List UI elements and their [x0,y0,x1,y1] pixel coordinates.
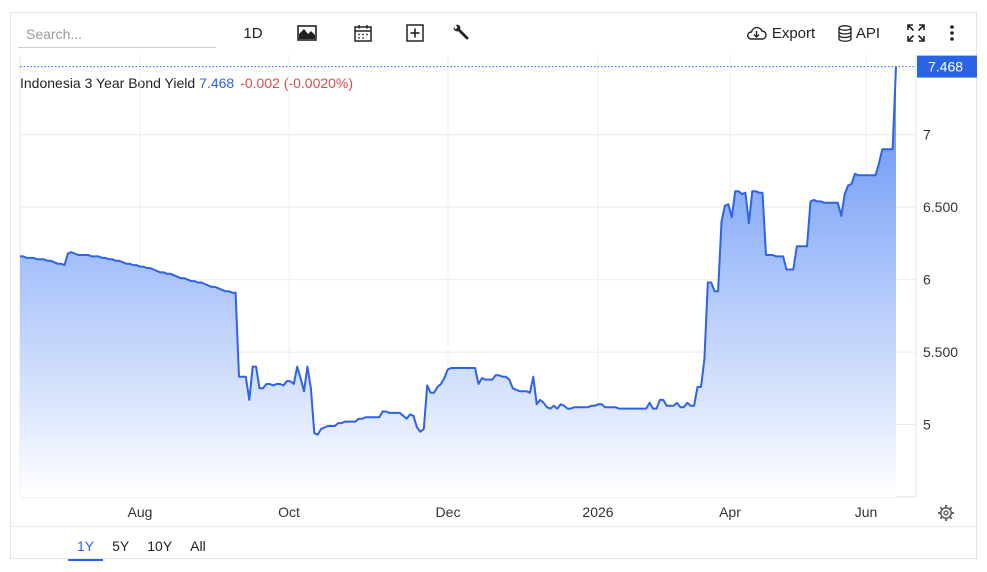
tab-1y[interactable]: 1Y [68,536,104,561]
x-tick-label: Dec [436,504,461,520]
y-tick-label: 5.500 [923,344,958,360]
x-tick-label: Jun [855,504,878,520]
y-tick-label: 7 [923,127,931,143]
range-tabs: 1Y 5Y 10Y All [68,536,215,561]
chart-settings-button[interactable] [938,505,954,521]
x-tick-label: Oct [278,504,300,520]
yield-area-chart: Aug Oct Dec 2026 Apr Jun 5 5.500 6 6.500 7 7.468 [19,55,977,521]
y-tick-label: 5 [923,417,931,433]
x-tick-label: 2026 [582,504,613,520]
yield-area-fill [20,66,896,497]
x-tick-label: Aug [128,504,153,520]
y-tick-label: 6.500 [923,199,958,215]
tab-5y[interactable]: 5Y [103,536,138,561]
footer-divider [10,526,977,527]
gear-icon [938,505,954,521]
tab-all[interactable]: All [181,536,215,561]
tab-10y[interactable]: 10Y [138,536,181,561]
last-value-label: 7.468 [928,59,963,75]
x-tick-label: Apr [719,504,741,520]
y-tick-label: 6 [923,272,931,288]
